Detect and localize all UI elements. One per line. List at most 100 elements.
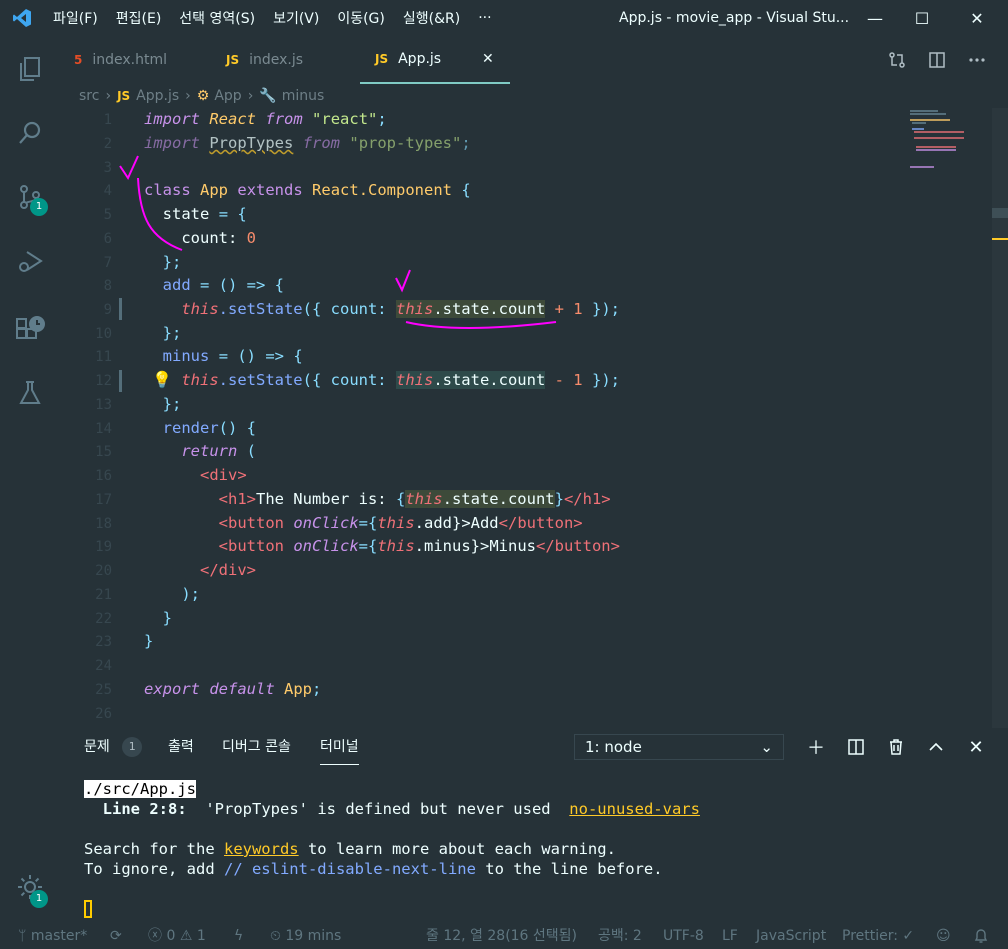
menu-view[interactable]: 보기(V) [264,8,328,28]
explorer-icon[interactable] [0,44,60,94]
line-number: 20 [95,563,112,579]
chevron-right-icon: › [185,88,191,104]
maximize-button[interactable]: ☐ [899,0,945,36]
tab-index-js[interactable]: JS index.js [226,36,303,84]
extensions-icon[interactable] [0,302,60,352]
tab-output[interactable]: 출력 [168,730,194,764]
lightning-icon[interactable]: ϟ [234,924,243,949]
line-number: 16 [95,468,112,484]
line-number: 17 [95,492,112,508]
menu-edit[interactable]: 편집(E) [107,8,171,28]
eol-status[interactable]: LF [722,924,738,949]
code-line-18: <button onClick={this.add}>Add</button> [218,514,583,532]
line-number: 24 [95,658,112,674]
line-number: 11 [95,349,112,365]
new-terminal-icon[interactable]: ＋ [802,734,830,760]
lightbulb-icon[interactable]: 💡 [152,370,172,389]
source-control-icon[interactable]: 1 [0,172,60,222]
problems-status[interactable]: ⓧ 0 ⚠ 1 [148,924,206,949]
code-line-19: <button onClick={this.minus}>Minus</butt… [218,537,620,555]
terminal-output-file: ./src/App.js [84,780,196,798]
minimap[interactable] [908,108,992,228]
time-status[interactable]: ⏲ 19 mins [270,924,341,949]
line-number: 23 [95,634,112,650]
js-file-icon: JS [375,52,389,66]
line-number: 22 [95,611,112,627]
window-title: App.js - movie_app - Visual Stu... [619,10,850,26]
warning-icon: ⚠ [179,928,193,944]
breadcrumb-symbol-minus[interactable]: minus [282,88,325,104]
menu-bar: 파일(F) 편집(E) 선택 영역(S) 보기(V) 이동(G) 실행(&R) … [44,0,501,36]
code-line-21: ); [181,585,200,603]
error-icon: ⓧ [148,928,162,944]
close-tab-icon[interactable]: ✕ [482,51,494,67]
html-file-icon: 5 [74,53,83,67]
testing-flask-icon[interactable] [0,368,60,418]
run-debug-icon[interactable] [0,236,60,286]
prettier-status[interactable]: Prettier: ✓ [842,924,914,949]
annotation-marks [119,155,557,329]
line-number: 15 [95,444,112,460]
line-number: 13 [95,397,112,413]
encoding-status[interactable]: UTF-8 [663,924,704,949]
sync-icon[interactable]: ⟳ [110,924,122,949]
source-control-badge: 1 [30,198,48,216]
breadcrumb: src › JS App.js › ⚙ App › 🔧 minus [79,84,324,108]
menu-file[interactable]: 파일(F) [44,8,107,28]
minimize-button[interactable]: — [852,0,898,36]
language-mode[interactable]: JavaScript [756,924,826,949]
code-line-14: render() { [162,419,256,437]
accounts-gear-icon[interactable]: 1 [0,862,60,912]
terminal-cursor [84,900,92,918]
tab-index-html[interactable]: 5 index.html [74,36,167,84]
class-symbol-icon: ⚙ [196,88,210,104]
breadcrumb-folder[interactable]: src [79,88,99,104]
indentation-status[interactable]: 공백: 2 [598,924,642,949]
maximize-panel-chevron-up-icon[interactable] [922,734,950,760]
menu-run[interactable]: 실행(&R) [394,8,469,28]
split-editor-icon[interactable] [917,36,957,84]
split-terminal-icon[interactable] [842,734,870,760]
breadcrumb-symbol-app[interactable]: App [214,88,241,104]
line-number: 12 [95,373,112,389]
menu-go[interactable]: 이동(G) [328,8,394,28]
tab-problems[interactable]: 문제 1 [84,730,143,764]
breadcrumb-file[interactable]: App.js [136,88,179,104]
notifications-bell-icon[interactable] [974,924,988,949]
tab-app-js[interactable]: JS App.js ✕ [360,36,510,84]
tab-debug-console[interactable]: 디버그 콘솔 [222,730,291,764]
code-line-22: } [162,609,173,627]
accounts-badge: 1 [30,890,48,908]
line-number: 14 [95,421,112,437]
vscode-logo-icon [0,0,44,36]
close-window-button[interactable]: ✕ [954,0,1000,36]
code-line-15: return ( [181,442,257,460]
code-editor[interactable]: 1 2 3 4 5 6 7 8 9 10 11 12 13 14 15 16 17 18 19 20 21 22 23 24 2… [60,108,1008,730]
problems-count-badge: 1 [122,737,143,757]
menu-selection[interactable]: 선택 영역(S) [170,8,264,28]
status-bar: ᛘ master* ⟳ ⓧ 0 ⚠ 1 ϟ ⏲ 19 mins 줄 12, 열 … [0,924,1008,949]
git-branch-icon: ᛘ [18,928,27,944]
code-line-13: }; [162,395,182,413]
branch-status[interactable]: ᛘ master* [18,924,87,949]
js-file-icon: JS [117,89,131,103]
menu-more[interactable]: ··· [469,10,500,26]
compare-changes-icon[interactable] [877,36,917,84]
line-number: 18 [95,516,112,532]
terminal-output-line2: To ignore, add // eslint-disable-next-li… [84,860,663,878]
tab-terminal[interactable]: 터미널 [320,730,359,765]
cursor-position[interactable]: 줄 12, 열 28(16 선택됨) [426,924,577,949]
editor-tabs: 5 index.html JS index.js JS App.js ✕ [60,36,1008,84]
terminal-select[interactable]: 1: node ⌄ [574,734,784,760]
close-panel-icon[interactable]: ✕ [962,734,990,760]
bottom-panel: 문제 1 출력 디버그 콘솔 터미널 1: node ⌄ ＋ ✕ ./src/A… [60,730,1008,924]
tab-label: index.html [92,52,168,68]
search-icon[interactable] [0,108,60,158]
kill-terminal-trash-icon[interactable] [882,734,910,760]
feedback-icon[interactable]: ☺ [936,924,951,949]
vertical-scrollbar[interactable] [992,108,1008,728]
more-actions-icon[interactable] [957,36,997,84]
wrench-symbol-icon: 🔧 [259,88,277,104]
code-line-23: } [144,632,154,650]
title-bar: 파일(F) 편집(E) 선택 영역(S) 보기(V) 이동(G) 실행(&R) … [0,0,1008,36]
